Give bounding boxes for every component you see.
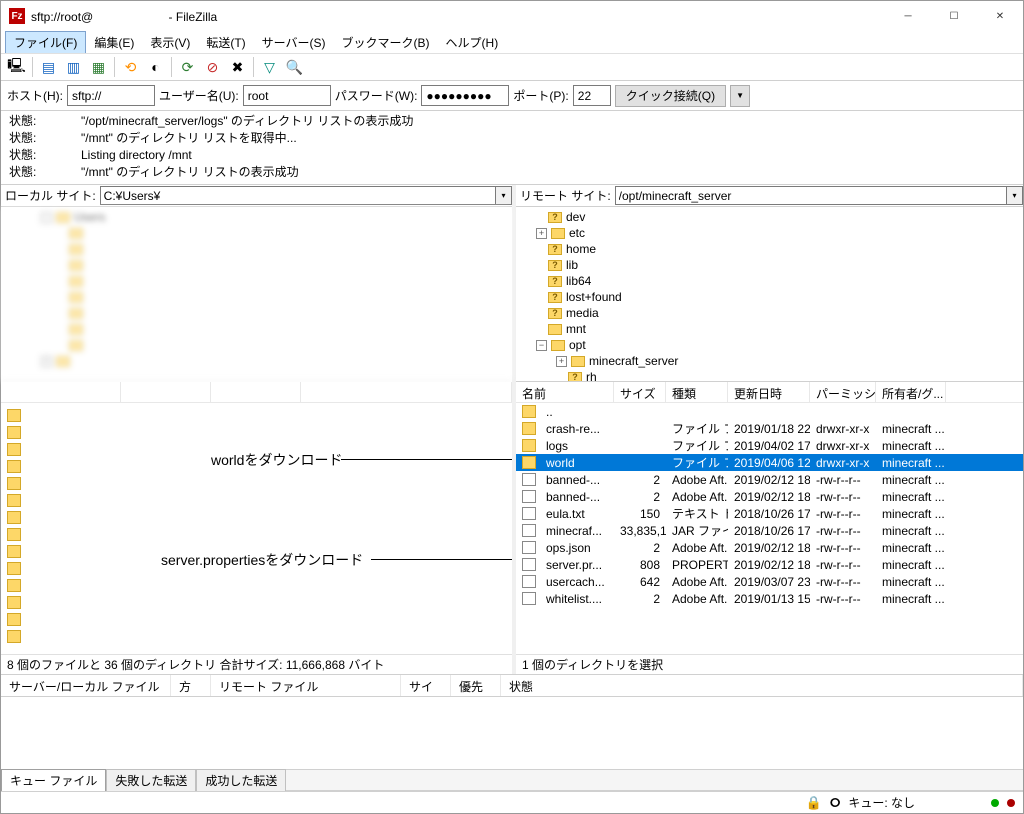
user-label: ユーザー名(U): bbox=[159, 87, 239, 104]
file-icon bbox=[522, 473, 536, 486]
table-row[interactable]: banned-...2Adobe Aft...2019/02/12 18:...… bbox=[516, 471, 1023, 488]
maximize-button[interactable]: ☐ bbox=[931, 1, 977, 31]
status-dot-green bbox=[991, 799, 999, 807]
remote-col-header[interactable]: パーミッション bbox=[810, 382, 876, 402]
queue-icon: 🞇 bbox=[830, 795, 840, 811]
remote-site-label: リモート サイト: bbox=[516, 187, 615, 204]
status-dot-red bbox=[1007, 799, 1015, 807]
table-row[interactable]: usercach...642Adobe Aft...2019/03/07 23:… bbox=[516, 573, 1023, 590]
close-button[interactable]: ✕ bbox=[977, 1, 1023, 31]
pass-label: パスワード(W): bbox=[335, 87, 418, 104]
folder-icon bbox=[522, 456, 536, 469]
remote-path-input[interactable] bbox=[615, 186, 1007, 205]
quickconnect-button[interactable]: クイック接続(Q) bbox=[615, 85, 726, 107]
file-icon bbox=[522, 558, 536, 571]
toolbar: 🖳 ▤ ▥ ▦ ⟲ ◐ ⟳ ⊘ ✖ ▽ 🔍 bbox=[1, 53, 1023, 81]
user-input[interactable] bbox=[243, 85, 331, 106]
compare-icon[interactable]: ◐ bbox=[144, 56, 167, 79]
menu-help[interactable]: ヘルプ(H) bbox=[438, 32, 507, 53]
menu-bookmark[interactable]: ブックマーク(B) bbox=[334, 32, 438, 53]
tab-queue[interactable]: キュー ファイル bbox=[1, 769, 106, 792]
disconnect-icon[interactable]: ✖ bbox=[226, 56, 249, 79]
table-row[interactable]: eula.txt150テキスト ドキ...2018/10/26 17:...-r… bbox=[516, 505, 1023, 522]
folder-icon bbox=[522, 439, 536, 452]
file-icon bbox=[522, 592, 536, 605]
filter-icon[interactable]: ▽ bbox=[258, 56, 281, 79]
statusbar: 🔒 🞇 キュー: なし bbox=[1, 791, 1023, 813]
transfer-queue-header: サーバー/ローカル ファイル 方向 リモート ファイル サイズ 優先度 状態 bbox=[1, 675, 1023, 697]
menu-transfer[interactable]: 転送(T) bbox=[198, 32, 253, 53]
sync-icon[interactable]: ⟲ bbox=[119, 56, 142, 79]
tab-success[interactable]: 成功した転送 bbox=[196, 769, 286, 792]
remote-col-header[interactable]: 所有者/グ... bbox=[876, 382, 946, 402]
menu-view[interactable]: 表示(V) bbox=[142, 32, 198, 53]
titlebar: Fz sftp://root@ - FileZilla ─ ☐ ✕ bbox=[1, 1, 1023, 31]
menubar: ファイル(F) 編集(E) 表示(V) 転送(T) サーバー(S) ブックマーク… bbox=[1, 31, 1023, 53]
remote-col-header[interactable]: 種類 bbox=[666, 382, 728, 402]
minimize-button[interactable]: ─ bbox=[885, 1, 931, 31]
table-row[interactable]: server.pr...808PROPERTIE...2019/02/12 18… bbox=[516, 556, 1023, 573]
refresh-icon[interactable]: ⟳ bbox=[176, 56, 199, 79]
port-label: ポート(P): bbox=[513, 87, 568, 104]
remote-filelist[interactable]: 名前サイズ種類更新日時パーミッション所有者/グ... ..crash-re...… bbox=[516, 382, 1023, 654]
remote-pane: リモート サイト: ▾ ?dev +etc ?home ?lib ?lib64 … bbox=[516, 185, 1023, 674]
table-row[interactable]: crash-re...ファイル フォ...2019/01/18 22:...dr… bbox=[516, 420, 1023, 437]
table-row[interactable]: .. bbox=[516, 403, 1023, 420]
transfer-queue[interactable] bbox=[1, 697, 1023, 769]
remote-col-header[interactable]: 名前 bbox=[516, 382, 614, 402]
port-input[interactable] bbox=[573, 85, 611, 106]
table-row[interactable]: logsファイル フォ...2019/04/02 17:...drwxr-xr-… bbox=[516, 437, 1023, 454]
quickconnect-history-button[interactable]: ▼ bbox=[730, 85, 750, 107]
remote-col-header[interactable]: サイズ bbox=[614, 382, 666, 402]
local-filelist[interactable]: worldをダウンロード server.propertiesをダウンロード bbox=[1, 382, 512, 654]
toggle-tree-icon[interactable]: ▥ bbox=[62, 56, 85, 79]
file-icon bbox=[522, 524, 536, 537]
table-row[interactable]: worldファイル フォ...2019/04/06 12:...drwxr-xr… bbox=[516, 454, 1023, 471]
menu-server[interactable]: サーバー(S) bbox=[254, 32, 334, 53]
bottom-tabs: キュー ファイル 失敗した転送 成功した転送 bbox=[1, 769, 1023, 791]
local-tree[interactable]: −Users + bbox=[1, 207, 512, 382]
host-input[interactable] bbox=[67, 85, 155, 106]
menu-file[interactable]: ファイル(F) bbox=[5, 31, 86, 54]
remote-tree[interactable]: ?dev +etc ?home ?lib ?lib64 ?lost+found … bbox=[516, 207, 1023, 382]
local-pane: ローカル サイト: ▾ −Users + bbox=[1, 185, 512, 674]
cancel-icon[interactable]: ⊘ bbox=[201, 56, 224, 79]
sitemanager-icon[interactable]: 🖳 bbox=[5, 56, 28, 79]
table-row[interactable]: whitelist....2Adobe Aft...2019/01/13 15:… bbox=[516, 590, 1023, 607]
tab-failed[interactable]: 失敗した転送 bbox=[106, 769, 196, 792]
file-icon bbox=[522, 507, 536, 520]
local-path-dropdown[interactable]: ▾ bbox=[496, 186, 512, 205]
table-row[interactable]: minecraf...33,835,116JAR ファイル2018/10/26 … bbox=[516, 522, 1023, 539]
queue-status: キュー: なし bbox=[848, 794, 915, 811]
message-log[interactable]: 状態:"/opt/minecraft_server/logs" のディレクトリ … bbox=[1, 111, 1023, 185]
remote-col-header[interactable]: 更新日時 bbox=[728, 382, 810, 402]
app-icon: Fz bbox=[9, 8, 25, 24]
host-label: ホスト(H): bbox=[7, 87, 63, 104]
file-icon bbox=[522, 541, 536, 554]
local-path-input[interactable] bbox=[100, 186, 496, 205]
file-icon bbox=[522, 490, 536, 503]
toggle-log-icon[interactable]: ▤ bbox=[37, 56, 60, 79]
lock-icon[interactable]: 🔒 bbox=[806, 795, 822, 811]
file-icon bbox=[522, 575, 536, 588]
quickconnect-bar: ホスト(H): ユーザー名(U): パスワード(W): ポート(P): クイック… bbox=[1, 81, 1023, 111]
menu-edit[interactable]: 編集(E) bbox=[86, 32, 142, 53]
pass-input[interactable] bbox=[421, 85, 509, 106]
search-icon[interactable]: 🔍 bbox=[283, 56, 306, 79]
remote-status: 1 個のディレクトリを選択 bbox=[516, 654, 1023, 674]
toggle-queue-icon[interactable]: ▦ bbox=[87, 56, 110, 79]
local-status: 8 個のファイルと 36 個のディレクトリ 合計サイズ: 11,666,868 … bbox=[1, 654, 512, 674]
table-row[interactable]: banned-...2Adobe Aft...2019/02/12 18:...… bbox=[516, 488, 1023, 505]
folder-icon bbox=[522, 422, 536, 435]
remote-path-dropdown[interactable]: ▾ bbox=[1007, 186, 1023, 205]
local-site-label: ローカル サイト: bbox=[1, 187, 100, 204]
window-title: sftp://root@ - FileZilla bbox=[31, 8, 885, 25]
folder-icon bbox=[522, 405, 536, 418]
table-row[interactable]: ops.json2Adobe Aft...2019/02/12 18:...-r… bbox=[516, 539, 1023, 556]
